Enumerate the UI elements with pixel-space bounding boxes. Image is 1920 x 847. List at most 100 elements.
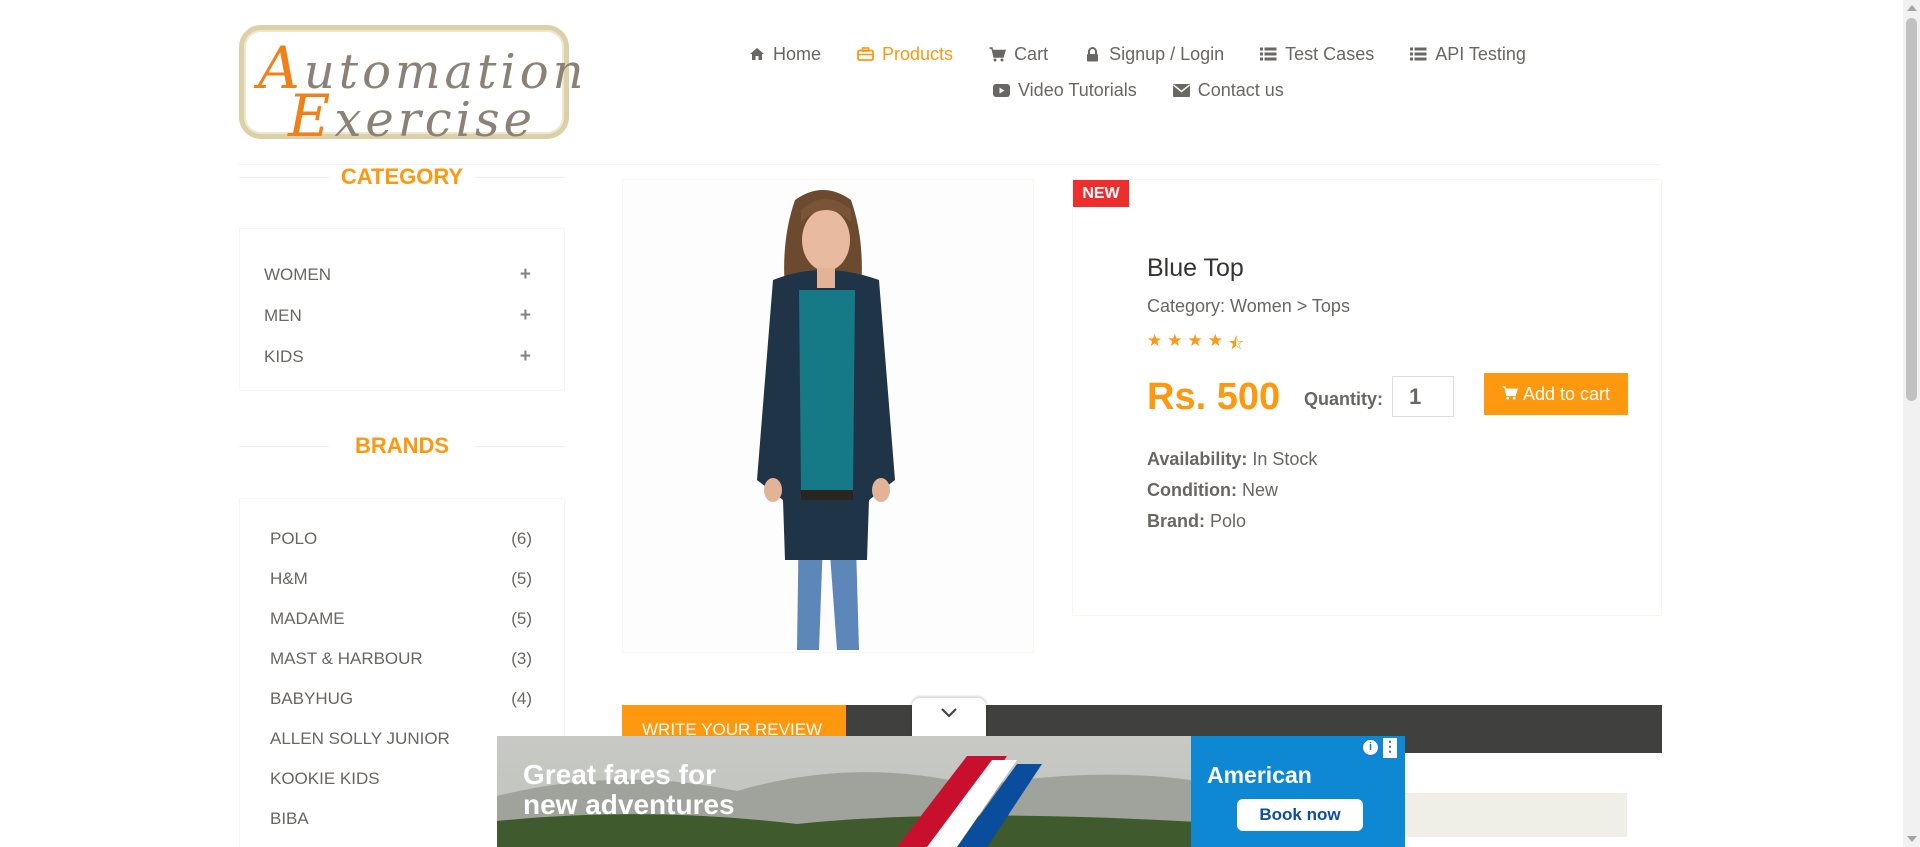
product-price: Rs. 500 [1147,376,1281,418]
nav-contact-us[interactable]: Contact us [1172,79,1284,101]
logo-line-2-rest: xercise [334,92,537,148]
logo-line-2: Exercise [288,82,537,150]
nav-signup-label: Signup / Login [1109,43,1225,64]
list-icon [1410,47,1427,62]
nav-cart-label: Cart [1014,43,1049,64]
brand-label: Brand: [1147,511,1205,531]
brand-name: MAST & HARBOUR [270,649,423,668]
brand-name: MADAME [270,609,345,628]
star-half-icon: ⯪ [1228,334,1245,353]
condition-row: Condition: New [1147,480,1278,501]
page-scrollbar[interactable] [1903,0,1920,847]
brand-item-hm[interactable]: H&M (5) [240,559,564,599]
ad-banner[interactable]: Great fares for new adventures American … [497,736,1405,847]
brand-item-babyhug[interactable]: BABYHUG (4) [240,679,564,719]
star-icon: ★ [1187,331,1203,350]
more-options-icon[interactable]: ⋮ [1383,738,1397,758]
briefcase-icon [857,47,874,62]
new-badge: NEW [1073,180,1129,207]
brand-count: (6) [511,529,532,548]
ad-headline-1: Great fares for [523,759,716,790]
quantity-input[interactable] [1392,376,1454,417]
star-icon: ★ [1147,331,1163,350]
product-category: Category: Women > Tops [1147,296,1350,316]
brand-item-madame[interactable]: MADAME (5) [240,599,564,639]
star-icon: ★ [1207,331,1223,350]
ad-headline-2: new adventures [523,789,735,820]
nav-products-label: Products [882,43,954,64]
ad-headline: Great fares for new adventures [523,760,735,820]
category-label: WOMEN [264,264,332,284]
quantity-label: Quantity: [1304,389,1383,409]
add-to-cart-button[interactable]: Add to cart [1484,373,1628,415]
brand-name: ALLEN SOLLY JUNIOR [270,729,450,748]
product-photo [623,180,1033,652]
availability-value: In Stock [1252,449,1318,469]
home-icon [748,47,765,62]
brand-item-mast-harbour[interactable]: MAST & HARBOUR (3) [240,639,564,679]
list-icon [1260,47,1277,62]
availability-label: Availability: [1147,449,1248,469]
nav-row-1: Home Products Cart Signup / Login Test C… [748,36,1548,72]
category-kids[interactable]: KIDS + [240,336,564,377]
nav-row-2: Video Tutorials Contact us [748,72,1548,108]
ad-book-now-button[interactable]: Book now [1237,799,1363,831]
scroll-up-arrow-icon[interactable] [1907,5,1917,11]
category-label: MEN [264,305,302,325]
chevron-down-icon [940,706,958,738]
lock-icon [1084,46,1101,62]
category-women[interactable]: WOMEN + [240,254,564,295]
site-logo[interactable]: Automation Exercise [239,25,584,150]
nav-signup-login[interactable]: Signup / Login [1084,44,1224,65]
nav-video-label: Video Tutorials [1018,79,1137,100]
star-icon: ★ [1167,331,1183,350]
scroll-down-arrow-icon[interactable] [1907,836,1917,842]
brand-count: (4) [511,689,532,708]
nav-home[interactable]: Home [748,44,821,65]
scrollbar-thumb[interactable] [1906,18,1917,401]
brand-name: POLO [270,529,318,548]
brand-count: (5) [511,569,532,588]
category-heading: CATEGORY [239,164,565,190]
brand-count: (3) [511,649,532,668]
category-men[interactable]: MEN + [240,295,564,336]
condition-label: Condition: [1147,480,1237,500]
brand-count: (5) [511,609,532,628]
nav-video-tutorials[interactable]: Video Tutorials [993,80,1137,101]
nav-home-label: Home [773,43,822,64]
product-image [622,179,1034,653]
nav-test-cases[interactable]: Test Cases [1260,44,1374,65]
brands-heading: BRANDS [239,433,565,459]
category-label: KIDS [264,346,304,366]
nav-contact-label: Contact us [1197,79,1284,100]
plus-icon[interactable]: + [520,264,531,286]
nav-api-testing-label: API Testing [1435,43,1526,64]
brand-name: KOOKIE KIDS [270,769,380,788]
brand-name: H&M [270,569,308,588]
brand-name: BIBA [270,809,309,828]
plus-icon[interactable]: + [520,346,531,368]
ad-collapse-button[interactable] [912,698,986,738]
category-panel: WOMEN + MEN + KIDS + [239,228,565,391]
cart-icon [989,46,1007,62]
nav-products[interactable]: Products [857,44,953,65]
nav-test-cases-label: Test Cases [1285,43,1375,64]
product-name: Blue Top [1147,254,1244,282]
add-to-cart-label: Add to cart [1522,383,1611,404]
info-icon[interactable]: i [1362,739,1379,756]
brand-name: BABYHUG [270,689,354,708]
condition-value: New [1241,480,1278,500]
nav-api-testing[interactable]: API Testing [1410,44,1526,65]
envelope-icon [1172,83,1190,98]
brand-item-polo[interactable]: POLO (6) [240,519,564,559]
availability-row: Availability: In Stock [1147,449,1317,470]
nav-cart[interactable]: Cart [989,44,1048,65]
main-nav: Home Products Cart Signup / Login Test C… [748,36,1548,108]
youtube-icon [993,83,1010,98]
brand-row: Brand: Polo [1147,511,1246,532]
product-rating: ★ ★ ★ ★ ⯪ [1147,331,1244,360]
plus-icon[interactable]: + [520,305,531,327]
brand-value: Polo [1210,511,1247,531]
ad-brand-name: American [1207,762,1312,788]
cart-icon [1502,384,1518,405]
